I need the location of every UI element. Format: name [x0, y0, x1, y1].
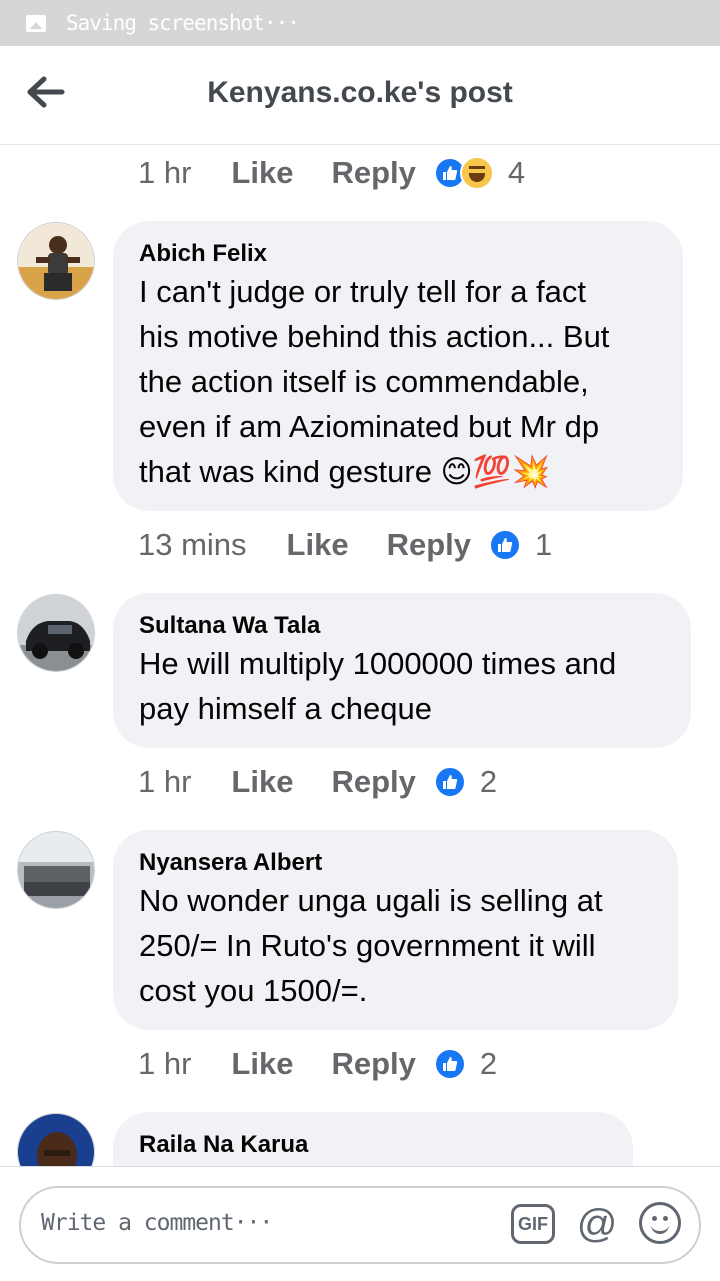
- reactions[interactable]: [433, 766, 466, 798]
- comment-author[interactable]: Nyansera Albert: [139, 848, 652, 878]
- like-icon: [433, 1048, 466, 1080]
- like-button[interactable]: Like: [231, 155, 293, 191]
- comment-author[interactable]: Sultana Wa Tala: [139, 611, 665, 641]
- comment-meta: 1 hr Like Reply 2: [138, 764, 497, 800]
- reactions[interactable]: [489, 529, 521, 561]
- comment-text: No wonder unga ugali is selling at 250/=…: [139, 878, 652, 1013]
- comment-feed[interactable]: 1 hr Like Reply 4 Abich Felix I can't ju…: [0, 145, 720, 1166]
- reaction-count: 4: [507, 155, 526, 190]
- comment-line: that was kind gesture 😊💯💥: [139, 454, 551, 489]
- reaction-count: 2: [479, 1046, 498, 1081]
- comment-composer: Write a comment··· GIF @: [0, 1166, 720, 1281]
- status-text: Saving screenshot···: [66, 11, 300, 35]
- status-bar: Saving screenshot···: [0, 0, 720, 46]
- reply-button[interactable]: Reply: [331, 155, 415, 191]
- avatar[interactable]: [17, 594, 95, 672]
- mention-icon[interactable]: @: [575, 1202, 619, 1246]
- comment-time: 1 hr: [138, 1046, 192, 1081]
- avatar[interactable]: [17, 831, 95, 909]
- comment-text: He will multiply 1000000 times and pay h…: [139, 641, 665, 731]
- comment-bubble[interactable]: Nyansera Albert No wonder unga ugali is …: [113, 830, 678, 1030]
- comment-text: I can't judge or truly tell for a fact h…: [139, 269, 657, 494]
- comment-line: the action itself is commendable,: [139, 364, 589, 399]
- comment-bubble[interactable]: Sultana Wa Tala He will multiply 1000000…: [113, 593, 691, 748]
- comment-line: his motive behind this action... But: [139, 319, 610, 354]
- comment-line: 250/= In Ruto's government it will: [139, 928, 596, 963]
- avatar[interactable]: [17, 222, 95, 300]
- haha-icon: [459, 156, 494, 190]
- comment-line: No wonder unga ugali is selling at: [139, 883, 603, 918]
- comment-line: even if am Aziominated but Mr dp: [139, 409, 600, 444]
- comment-author[interactable]: Raila Na Karua: [139, 1130, 607, 1160]
- comment-line: I can't judge or truly tell for a fact: [139, 274, 587, 309]
- like-button[interactable]: Like: [231, 764, 293, 800]
- avatar[interactable]: [17, 1113, 95, 1166]
- reply-button[interactable]: Reply: [331, 764, 415, 800]
- reply-button[interactable]: Reply: [387, 527, 471, 563]
- comment-line: cost you 1500/=.: [139, 973, 368, 1008]
- header: Kenyans.co.ke's post: [0, 46, 720, 145]
- like-button[interactable]: Like: [231, 1046, 293, 1082]
- comment-line: pay himself a cheque: [139, 691, 432, 726]
- reaction-count: 1: [535, 527, 553, 562]
- page-title: Kenyans.co.ke's post: [207, 76, 513, 109]
- image-icon: [26, 14, 46, 32]
- comment-meta: 1 hr Like Reply 2: [138, 1046, 497, 1082]
- comment-author[interactable]: Abich Felix: [139, 239, 657, 269]
- comment-time: 13 mins: [138, 527, 247, 562]
- reaction-count: 2: [479, 764, 498, 799]
- comment-bubble[interactable]: Raila Na Karua: [113, 1112, 633, 1166]
- comment-time: 1 hr: [138, 155, 192, 190]
- comment-meta: 1 hr Like Reply 4: [138, 155, 525, 191]
- comment-bubble[interactable]: Abich Felix I can't judge or truly tell …: [113, 221, 683, 511]
- like-icon: [489, 529, 521, 561]
- comment-meta: 13 mins Like Reply 1: [138, 527, 552, 563]
- emoji-icon[interactable]: [639, 1202, 681, 1244]
- reply-button[interactable]: Reply: [331, 1046, 415, 1082]
- reactions[interactable]: [433, 1048, 466, 1080]
- comment-time: 1 hr: [138, 764, 192, 799]
- comment-line: He will multiply 1000000 times and: [139, 646, 617, 681]
- comment-placeholder: Write a comment···: [41, 1210, 273, 1236]
- gif-icon[interactable]: GIF: [511, 1204, 555, 1244]
- like-icon: [433, 766, 466, 798]
- comment-input[interactable]: Write a comment··· GIF @: [19, 1186, 701, 1264]
- reactions[interactable]: [433, 156, 494, 190]
- like-button[interactable]: Like: [287, 527, 349, 563]
